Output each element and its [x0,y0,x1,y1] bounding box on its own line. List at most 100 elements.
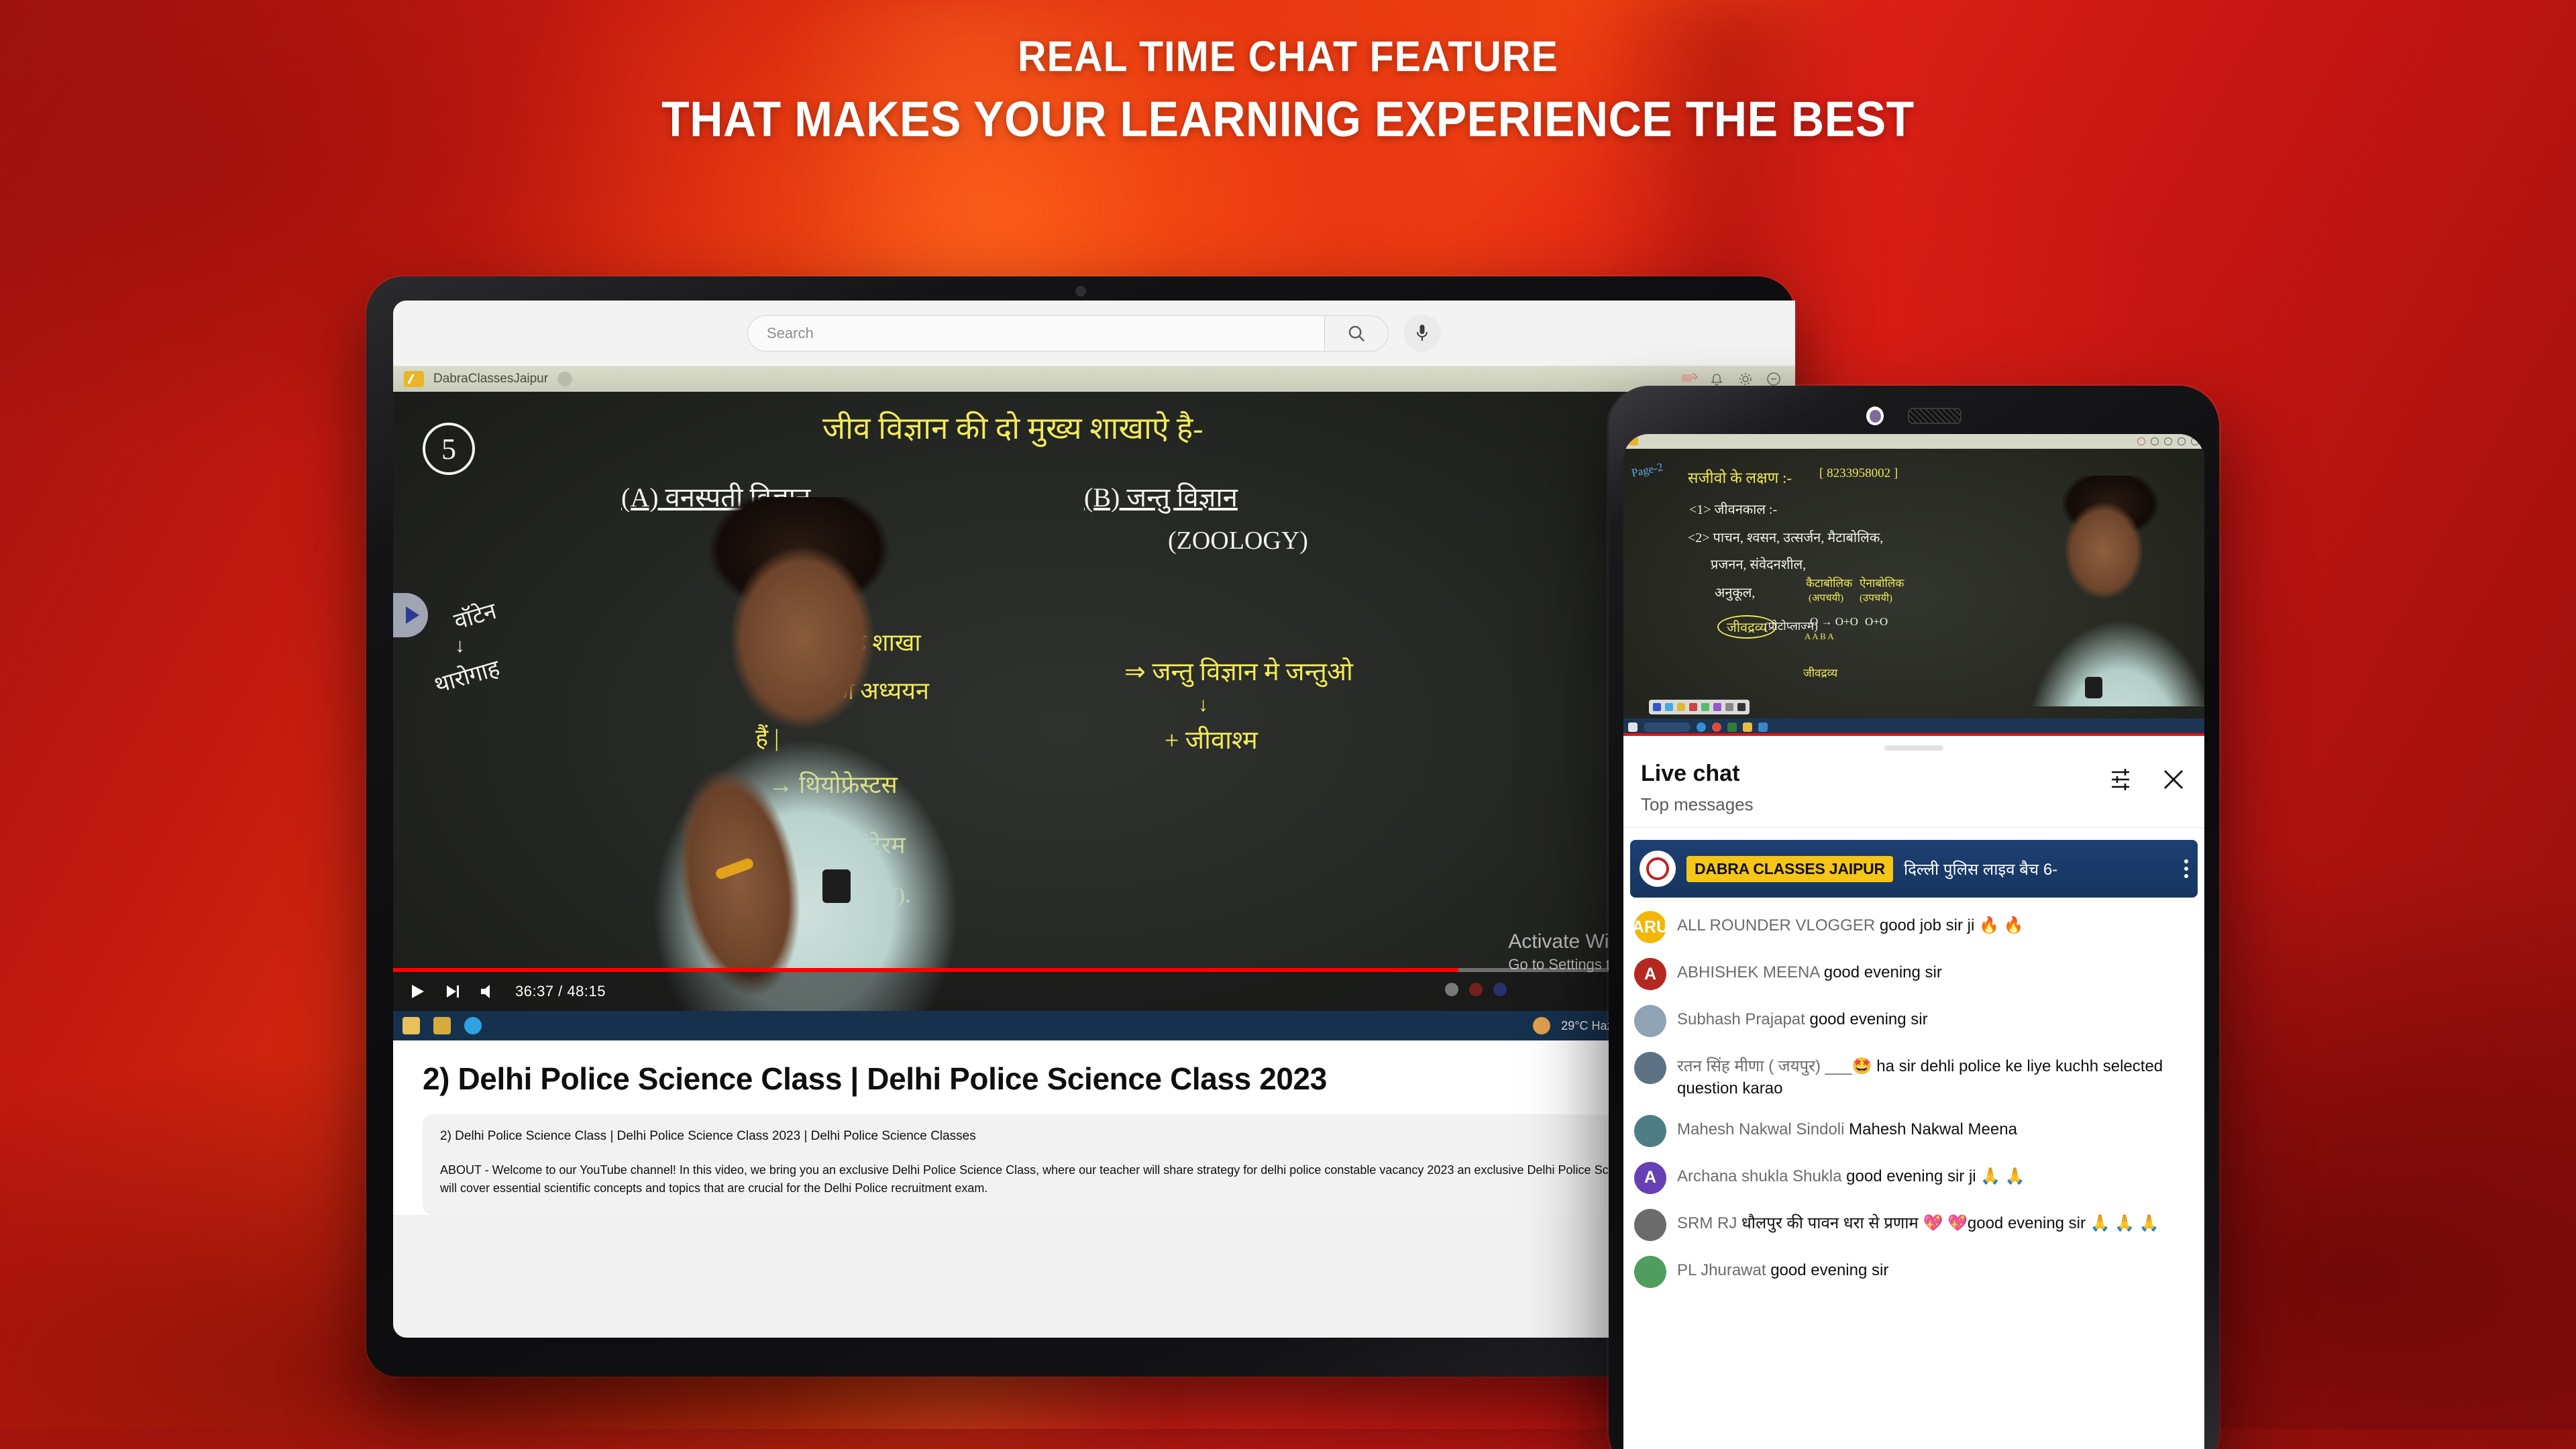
board-option-b-sub: (ZOOLOGY) [1168,527,1308,555]
video-metadata: 2) Delhi Police Science Class | Delhi Po… [393,1040,1795,1215]
volume-button[interactable] [479,983,498,1000]
chat-message[interactable]: रतन सिंह मीणा ( जयपुर) ___🤩 ha sir dehli… [1634,1052,2194,1099]
chat-message-body: SRM RJ धौलपुर की पावन धरा से प्रणाम 💖 💖g… [1677,1209,2159,1235]
phone-explorer-icon[interactable] [1727,722,1737,732]
chat-author[interactable]: SRM RJ [1677,1214,1741,1232]
chat-message[interactable]: A Archana shukla Shukla good evening sir … [1634,1161,2194,1194]
microphone-icon[interactable] [1403,314,1441,352]
inner-tab-favicon-icon [404,371,424,387]
chat-message[interactable]: A ABHISHEK MEENA good evening sir [1634,958,2194,991]
browser-search-bar: Search [393,301,1795,366]
chat-message[interactable]: Mahesh Nakwal Sindoli Mahesh Nakwal Meen… [1634,1114,2194,1147]
chat-author[interactable]: ABHISHEK MEENA [1677,963,1824,981]
cast-icon[interactable] [1681,371,1699,387]
gear-icon[interactable] [1737,371,1755,387]
chat-message-body: ABHISHEK MEENA good evening sir [1677,958,1942,984]
chat-settings-icon[interactable] [2109,765,2137,794]
close-icon[interactable] [2160,766,2187,793]
live-chat-title: Live chat [1641,761,1740,786]
avatar[interactable] [1634,1208,1666,1241]
phone-chrome-icon[interactable] [1712,722,1721,732]
phone-app-icon[interactable] [1758,722,1768,732]
live-chat-header: Live chat Top messages [1623,751,2204,815]
chat-message-list[interactable]: ARU ALL ROUNDER VLOGGER good job sir ji 🔥… [1623,898,2204,1288]
live-chat-subtitle[interactable]: Top messages [1641,794,2109,815]
phone-board-line-7: कैटाबोलिक [1806,577,1853,590]
search-icon[interactable] [1324,315,1389,352]
chat-author[interactable]: Archana shukla Shukla [1677,1167,1846,1185]
phone-notch [1609,402,2219,430]
gear-icon[interactable] [2164,437,2172,445]
phone-files-icon[interactable] [1743,722,1752,732]
chat-message[interactable]: ARU ALL ROUNDER VLOGGER good job sir ji 🔥… [1634,911,2194,944]
video-description-box[interactable]: 2) Delhi Police Science Class | Delhi Po… [423,1114,1766,1215]
avatar[interactable]: ARU [1634,911,1666,944]
phone-board-line-1: <1> जीवनकाल :- [1689,502,1778,517]
taskbar-telegram-icon[interactable] [464,1017,482,1034]
chat-text: good evening sir [1823,963,1942,982]
drag-handle[interactable] [1884,745,1943,751]
teacher-figure [614,497,990,1040]
board-page-number: 5 [423,423,475,475]
play-button[interactable] [408,982,427,1001]
chat-author[interactable]: PL Jhurawat [1677,1261,1770,1279]
chat-message[interactable]: Subhash Prajapat good evening sir [1634,1005,2194,1038]
play-icon[interactable] [393,593,428,637]
phone-board-equation-1: O → O+O [1810,615,1858,628]
chat-message[interactable]: SRM RJ धौलपुर की पावन धरा से प्रणाम 💖 💖g… [1634,1208,2194,1241]
live-chat-title-group: Live chat Top messages [1641,761,2109,815]
chat-author[interactable]: ALL ROUNDER VLOGGER [1677,916,1880,934]
phone-video-player[interactable]: Page-2 सजीवो के लक्षण :- [ 8233958002 ] … [1623,434,2204,736]
phone-lapel-mic-icon [2085,677,2102,698]
taskbar-app-icon[interactable] [433,1017,451,1034]
avatar[interactable] [1634,1052,1666,1085]
avatar[interactable] [1634,1005,1666,1038]
phone-board-line-8: (अपचयी) [1809,593,1844,604]
progress-bar[interactable] [393,968,1795,972]
minimize-icon[interactable] [1766,371,1783,387]
video-player[interactable]: DabraClassesJaipur 5 जीव विज्ञान की दो म… [393,366,1795,1040]
avatar[interactable] [1634,1255,1666,1288]
chat-text: good evening sir ji [1846,1167,1976,1185]
inner-tab-close-icon[interactable] [557,372,573,386]
avatar[interactable]: A [1634,958,1666,991]
lapel-mic-icon [822,869,851,903]
chat-author[interactable]: Mahesh Nakwal Sindoli [1677,1120,1849,1138]
player-control-bar[interactable]: 36:37 / 48:15 [393,968,1795,1011]
bell-icon[interactable] [1709,371,1727,387]
minimize-icon[interactable] [2178,437,2186,445]
phone-start-icon[interactable] [1628,722,1638,732]
chat-message-body: Mahesh Nakwal Sindoli Mahesh Nakwal Meen… [1677,1115,2017,1141]
inner-tab-title: DabraClassesJaipur [433,372,549,386]
description-line-2: ABOUT - Welcome to our YouTube channel! … [440,1163,1729,1195]
blackboard: 5 जीव विज्ञान की दो मुख्य शाखाऐ है- (A) … [393,392,1795,1040]
chat-message[interactable]: PL Jhurawat good evening sir [1634,1255,2194,1288]
phone-board-line-9: ऐनाबोलिक [1860,577,1904,590]
next-track-button[interactable] [444,983,462,1000]
search-input[interactable]: Search [747,315,1324,352]
phone-device: Page-2 सजीवो के लक्षण :- [ 8233958002 ] … [1609,386,2219,1449]
more-options-icon[interactable] [2179,859,2188,879]
bell-icon[interactable] [2151,437,2159,445]
board-left-note-2: थारोगाह [431,655,503,698]
phone-board-equation-labels: A A B A [1805,631,1834,641]
phone-search-icon[interactable] [1644,722,1690,732]
avatar[interactable]: A [1634,1161,1666,1194]
inner-window-controls [1681,371,1795,387]
board-left-note-1: वॉटेन [451,598,500,635]
chat-text: good evening sir [1770,1260,1889,1279]
chat-text: good job sir ji [1879,916,1975,935]
taskbar-folder-icon[interactable] [402,1017,420,1034]
chat-message-body: PL Jhurawat good evening sir [1677,1256,1888,1282]
cast-icon[interactable] [2137,437,2145,445]
chat-message-body: Archana shukla Shukla good evening sir j… [1677,1162,2025,1188]
description-line-1: 2) Delhi Police Science Class | Delhi Po… [440,1129,976,1143]
phone-edge-icon[interactable] [1697,722,1706,732]
avatar[interactable] [1634,1114,1666,1147]
pinned-message[interactable]: DABRA CLASSES JAIPUR दिल्ली पुलिस लाइव ब… [1630,840,2198,898]
earpiece-speaker-icon [1908,408,1962,424]
chat-author[interactable]: रतन सिंह मीणा ( जयपुर) ___🤩 [1677,1057,1876,1075]
phone-drawing-toolbar[interactable] [1649,700,1750,714]
chat-author[interactable]: Subhash Prajapat [1677,1010,1809,1028]
close-icon[interactable] [2191,437,2199,445]
